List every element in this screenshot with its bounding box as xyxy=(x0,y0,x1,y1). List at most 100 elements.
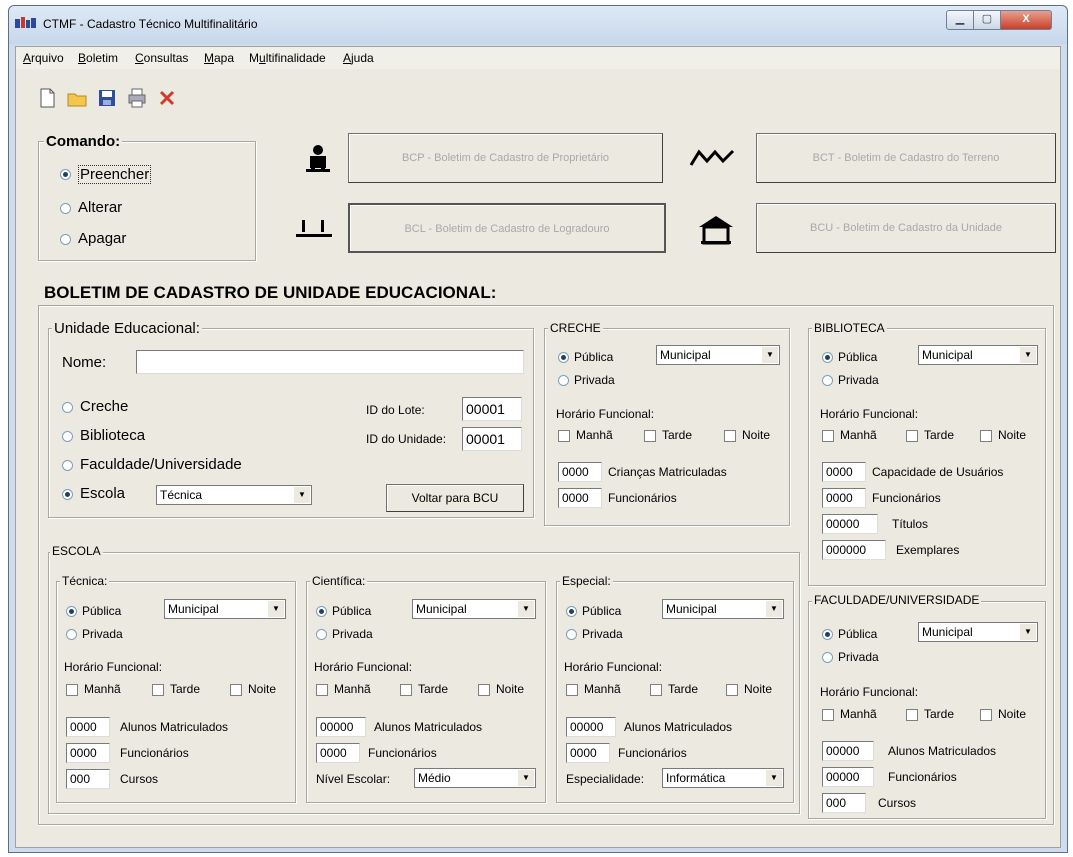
cientifica-label-publica[interactable]: Pública xyxy=(332,604,371,618)
maximize-button[interactable]: ▢ xyxy=(973,10,1001,30)
open-folder-icon[interactable] xyxy=(66,87,88,109)
especial-label-tarde[interactable]: Tarde xyxy=(668,682,698,696)
label-faculdade[interactable]: Faculdade/Universidade xyxy=(80,456,242,473)
radio-escola[interactable] xyxy=(62,489,73,500)
biblioteca-label-privada[interactable]: Privada xyxy=(838,373,879,387)
especial-label-privada[interactable]: Privada xyxy=(582,627,623,641)
new-file-icon[interactable] xyxy=(36,87,58,109)
radio-creche[interactable] xyxy=(62,402,73,413)
cientifica-label-privada[interactable]: Privada xyxy=(332,627,373,641)
menu-ajuda[interactable]: Ajuda xyxy=(343,51,374,65)
cientifica-esfera-select[interactable]: Municipal ▼ xyxy=(412,599,536,619)
biblioteca-funcionarios-input[interactable]: 0000 xyxy=(822,488,866,508)
voltar-bcu-button[interactable]: Voltar para BCU xyxy=(386,484,524,512)
tecnica-label-privada[interactable]: Privada xyxy=(82,627,123,641)
tecnica-esfera-select[interactable]: Municipal ▼ xyxy=(164,599,286,619)
menu-multifinalidade[interactable]: Multifinalidade xyxy=(249,51,326,65)
cientifica-label-noite[interactable]: Noite xyxy=(496,682,524,696)
tecnica-check-manha[interactable] xyxy=(66,684,78,696)
delete-icon[interactable] xyxy=(156,87,178,109)
biblioteca-check-manha[interactable] xyxy=(822,430,834,442)
biblioteca-label-manha[interactable]: Manhã xyxy=(840,428,877,442)
creche-label-privada[interactable]: Privada xyxy=(574,373,615,387)
nome-input[interactable] xyxy=(136,350,524,374)
biblioteca-label-tarde[interactable]: Tarde xyxy=(924,428,954,442)
tecnica-label-manha[interactable]: Manhã xyxy=(84,682,121,696)
menu-consultas[interactable]: Consultas xyxy=(135,51,188,65)
creche-criancas-input[interactable]: 0000 xyxy=(558,462,602,482)
id-unidade-input[interactable]: 00001 xyxy=(462,427,522,451)
menu-boletim[interactable]: Boletim xyxy=(78,51,118,65)
cientifica-radio-publica[interactable] xyxy=(316,606,327,617)
creche-check-manha[interactable] xyxy=(558,430,570,442)
especial-check-noite[interactable] xyxy=(726,684,738,696)
cientifica-label-manha[interactable]: Manhã xyxy=(334,682,371,696)
faculdade-label-tarde[interactable]: Tarde xyxy=(924,707,954,721)
creche-label-publica[interactable]: Pública xyxy=(574,350,613,364)
tecnica-label-publica[interactable]: Pública xyxy=(82,604,121,618)
especial-radio-privada[interactable] xyxy=(566,629,577,640)
save-icon[interactable] xyxy=(96,87,118,109)
title-bar[interactable]: CTMF - Cadastro Técnico Multifinalitário… xyxy=(9,6,1067,44)
close-button[interactable]: X xyxy=(1000,10,1052,30)
biblioteca-esfera-select[interactable]: Municipal ▼ xyxy=(918,345,1038,365)
biblioteca-label-publica[interactable]: Pública xyxy=(838,350,877,364)
cientifica-check-manha[interactable] xyxy=(316,684,328,696)
especial-especialidade-select[interactable]: Informática ▼ xyxy=(662,768,784,788)
creche-check-tarde[interactable] xyxy=(644,430,656,442)
radio-biblioteca[interactable] xyxy=(62,431,73,442)
radio-preencher[interactable] xyxy=(60,169,71,180)
creche-radio-privada[interactable] xyxy=(558,375,569,386)
cientifica-alunos-input[interactable]: 00000 xyxy=(316,717,366,737)
id-lote-input[interactable]: 00001 xyxy=(462,397,522,421)
creche-label-tarde[interactable]: Tarde xyxy=(662,428,692,442)
label-apagar[interactable]: Apagar xyxy=(78,230,126,247)
faculdade-check-noite[interactable] xyxy=(980,709,992,721)
tecnica-check-noite[interactable] xyxy=(230,684,242,696)
faculdade-check-tarde[interactable] xyxy=(906,709,918,721)
cientifica-nivel-select[interactable]: Médio ▼ xyxy=(414,768,536,788)
especial-check-manha[interactable] xyxy=(566,684,578,696)
creche-radio-publica[interactable] xyxy=(558,352,569,363)
bcu-button[interactable]: BCU - Boletim de Cadastro da Unidade xyxy=(756,203,1056,253)
especial-funcionarios-input[interactable]: 0000 xyxy=(566,743,610,763)
especial-alunos-input[interactable]: 00000 xyxy=(566,717,616,737)
faculdade-radio-publica[interactable] xyxy=(822,629,833,640)
faculdade-radio-privada[interactable] xyxy=(822,652,833,663)
label-creche[interactable]: Creche xyxy=(80,398,128,415)
creche-check-noite[interactable] xyxy=(724,430,736,442)
faculdade-check-manha[interactable] xyxy=(822,709,834,721)
creche-label-noite[interactable]: Noite xyxy=(742,428,770,442)
label-escola[interactable]: Escola xyxy=(80,485,125,502)
faculdade-funcionarios-input[interactable]: 00000 xyxy=(822,767,874,787)
faculdade-alunos-input[interactable]: 00000 xyxy=(822,741,874,761)
cientifica-check-tarde[interactable] xyxy=(400,684,412,696)
biblioteca-radio-privada[interactable] xyxy=(822,375,833,386)
biblioteca-check-noite[interactable] xyxy=(980,430,992,442)
especial-label-manha[interactable]: Manhã xyxy=(584,682,621,696)
tecnica-label-noite[interactable]: Noite xyxy=(248,682,276,696)
biblioteca-label-noite[interactable]: Noite xyxy=(998,428,1026,442)
creche-funcionarios-input[interactable]: 0000 xyxy=(558,488,602,508)
label-alterar[interactable]: Alterar xyxy=(78,199,122,216)
especial-radio-publica[interactable] xyxy=(566,606,577,617)
label-preencher[interactable]: Preencher xyxy=(78,165,152,184)
biblioteca-capacidade-input[interactable]: 0000 xyxy=(822,462,866,482)
tecnica-radio-publica[interactable] xyxy=(66,606,77,617)
bct-button[interactable]: BCT - Boletim de Cadastro do Terreno xyxy=(756,133,1056,183)
escola-tipo-select[interactable]: Técnica ▼ xyxy=(156,485,312,505)
cientifica-funcionarios-input[interactable]: 0000 xyxy=(316,743,360,763)
especial-label-noite[interactable]: Noite xyxy=(744,682,772,696)
tecnica-check-tarde[interactable] xyxy=(152,684,164,696)
menu-arquivo[interactable]: Arquivo xyxy=(23,51,64,65)
tecnica-radio-privada[interactable] xyxy=(66,629,77,640)
faculdade-esfera-select[interactable]: Municipal ▼ xyxy=(918,622,1038,642)
biblioteca-titulos-input[interactable]: 00000 xyxy=(822,514,878,534)
cientifica-radio-privada[interactable] xyxy=(316,629,327,640)
minimize-button[interactable]: ▁ xyxy=(946,10,974,30)
bcl-button[interactable]: BCL - Boletim de Cadastro de Logradouro xyxy=(348,203,666,253)
faculdade-label-noite[interactable]: Noite xyxy=(998,707,1026,721)
tecnica-funcionarios-input[interactable]: 0000 xyxy=(66,743,110,763)
especial-esfera-select[interactable]: Municipal ▼ xyxy=(662,599,784,619)
radio-alterar[interactable] xyxy=(60,203,71,214)
